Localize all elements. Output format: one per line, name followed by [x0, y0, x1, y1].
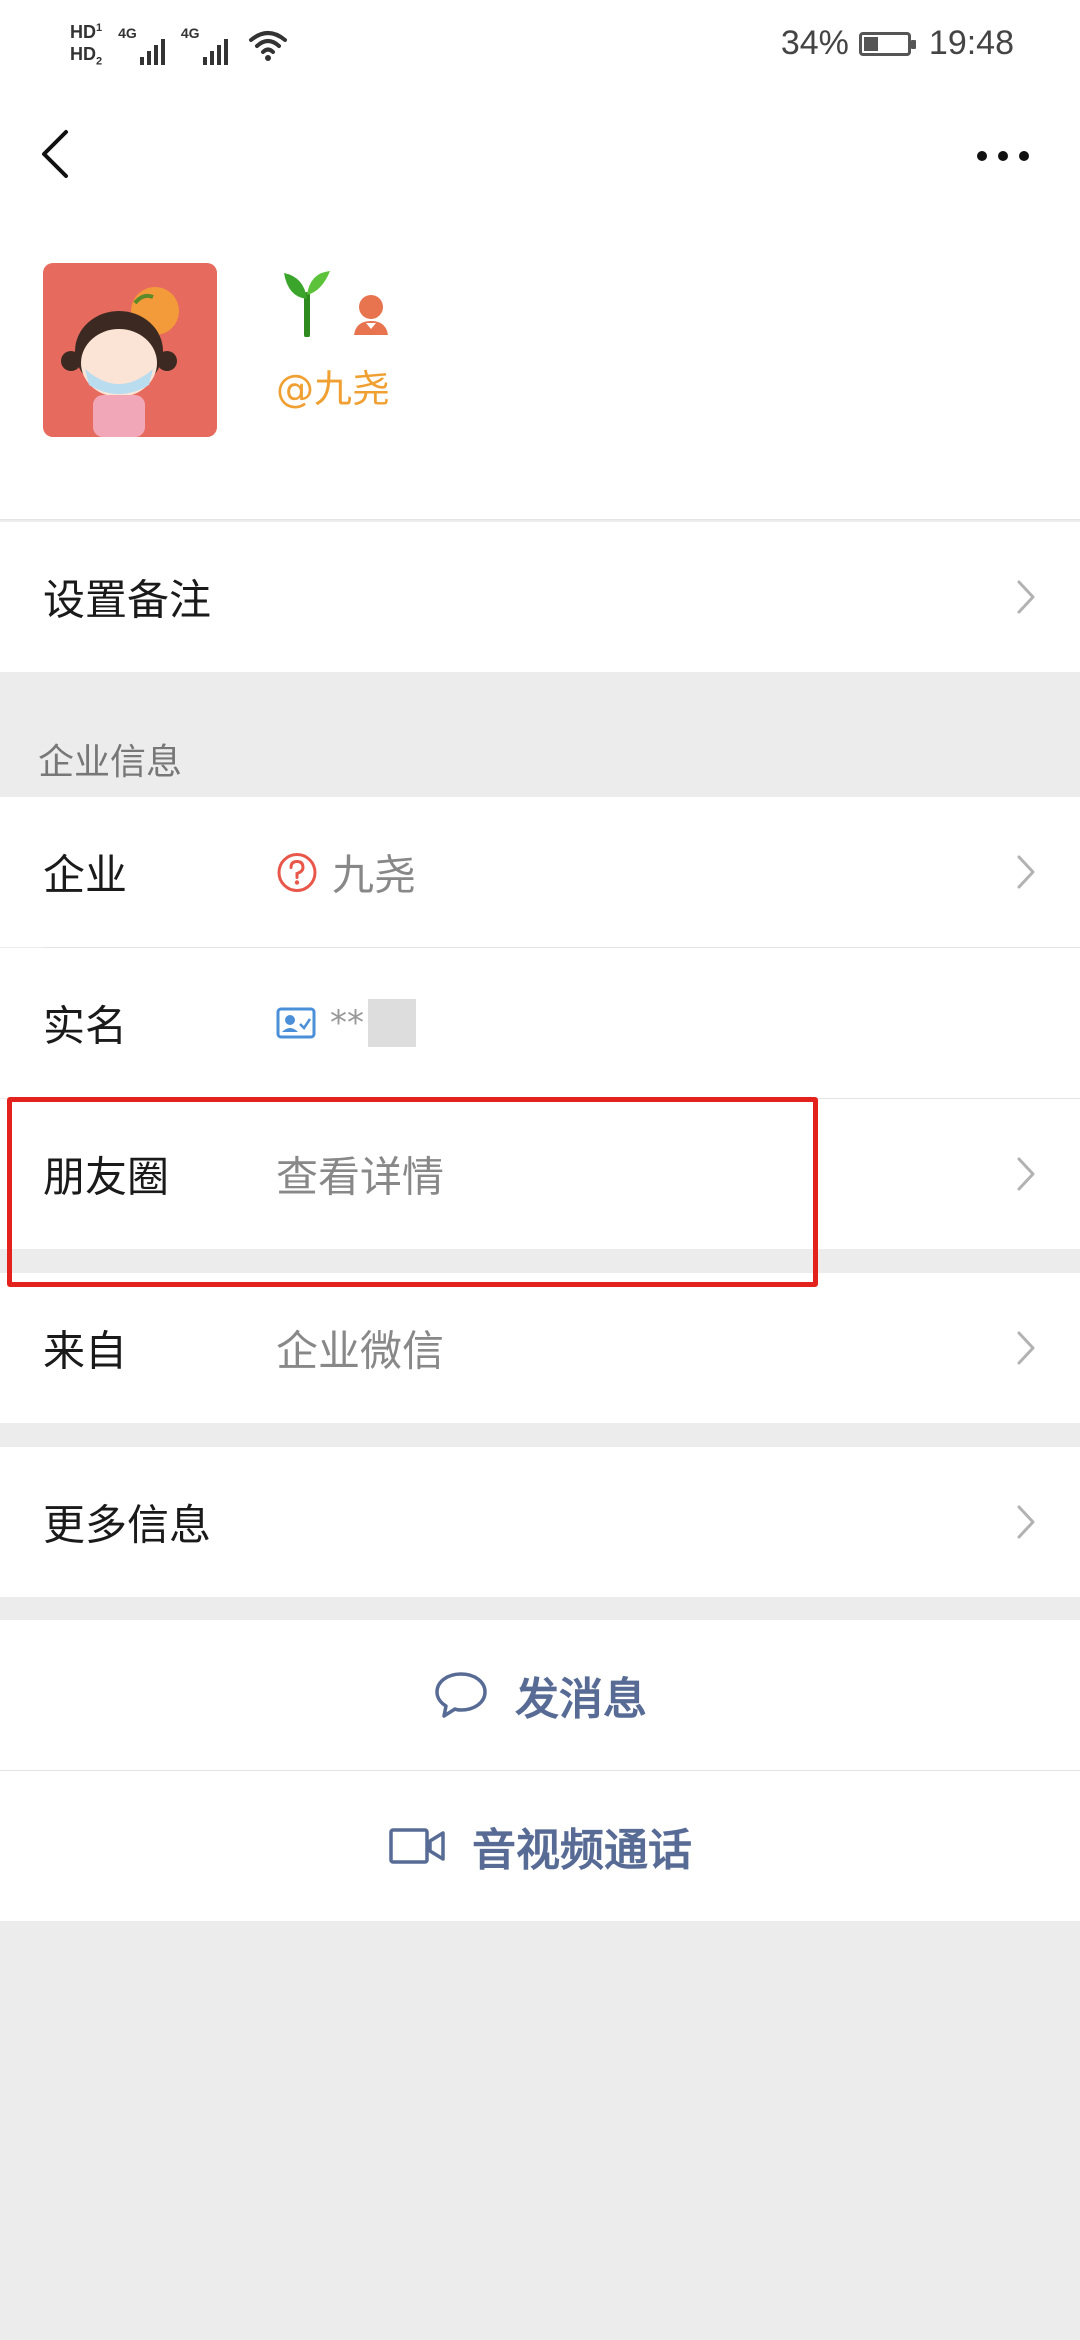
from-row[interactable]: 来自 企业微信 — [0, 1273, 1080, 1423]
status-left-icons: HD1 HD2 4G 4G — [70, 18, 288, 72]
status-right: 34% 19:48 — [781, 24, 1014, 63]
more-horizontal-icon[interactable] — [976, 150, 1030, 162]
signal-icon-1: 4G — [118, 25, 165, 65]
status-bar: HD1 HD2 4G 4G 34% 19:48 — [0, 0, 1080, 95]
masked-name-block — [368, 999, 416, 1047]
hd1-sub: 1 — [96, 22, 103, 34]
highlight-box — [7, 1097, 818, 1287]
network-type-2: 4G — [180, 24, 200, 41]
hd1-label: HD — [70, 22, 96, 42]
hd2-label: HD — [70, 44, 96, 64]
network-type-1: 4G — [118, 24, 137, 41]
chevron-right-icon — [1017, 855, 1035, 889]
video-call-button[interactable]: 音视频通话 — [0, 1771, 1080, 1921]
enterprise-section-title: 企业信息 — [38, 742, 183, 783]
video-camera-icon — [389, 1828, 445, 1864]
sprout-icon — [284, 271, 330, 337]
set-remark-label: 设置备注 — [43, 575, 212, 625]
more-info-label: 更多信息 — [43, 1500, 212, 1550]
battery-icon — [858, 31, 916, 56]
realname-value-group: ** — [276, 999, 416, 1047]
realname-label: 实名 — [43, 1001, 128, 1051]
more-info-row[interactable]: 更多信息 — [0, 1447, 1080, 1597]
avatar-illustration — [61, 287, 179, 437]
hd-indicators: HD1 HD2 — [70, 18, 102, 72]
wifi-icon — [248, 30, 287, 61]
chevron-right-icon — [1017, 1157, 1035, 1191]
chat-bubble-icon — [435, 1672, 487, 1718]
clock: 19:48 — [928, 24, 1014, 62]
battery-percent: 34% — [780, 24, 849, 62]
chevron-right-icon — [1017, 1505, 1035, 1539]
enterprise-label: 企业 — [43, 850, 128, 900]
enterprise-value: 九尧 — [332, 850, 417, 900]
display-name-icons — [280, 265, 390, 337]
from-value: 企业微信 — [276, 1326, 445, 1376]
enterprise-member-icon — [354, 295, 388, 335]
user-handle: @九尧 — [276, 367, 391, 411]
signal-icon-2: 4G — [181, 25, 228, 65]
realname-row: 实名 ** — [0, 948, 1080, 1098]
from-label: 来自 — [43, 1326, 128, 1376]
enterprise-row[interactable]: 企业 九尧 — [0, 797, 1080, 947]
id-card-icon — [276, 1007, 316, 1039]
chevron-right-icon — [1017, 580, 1035, 614]
enterprise-value-group: 九尧 — [276, 842, 416, 903]
chevron-right-icon — [1017, 1331, 1035, 1365]
realname-value: ** — [330, 1003, 364, 1043]
avatar[interactable] — [43, 263, 217, 437]
question-circle-icon — [277, 852, 317, 892]
video-call-label: 音视频通话 — [472, 1825, 692, 1876]
chevron-left-icon[interactable] — [38, 128, 72, 180]
hd2-sub: 2 — [96, 55, 103, 68]
set-remark-row[interactable]: 设置备注 — [0, 522, 1080, 672]
send-message-button[interactable]: 发消息 — [0, 1620, 1080, 1770]
send-message-label: 发消息 — [515, 1674, 647, 1725]
